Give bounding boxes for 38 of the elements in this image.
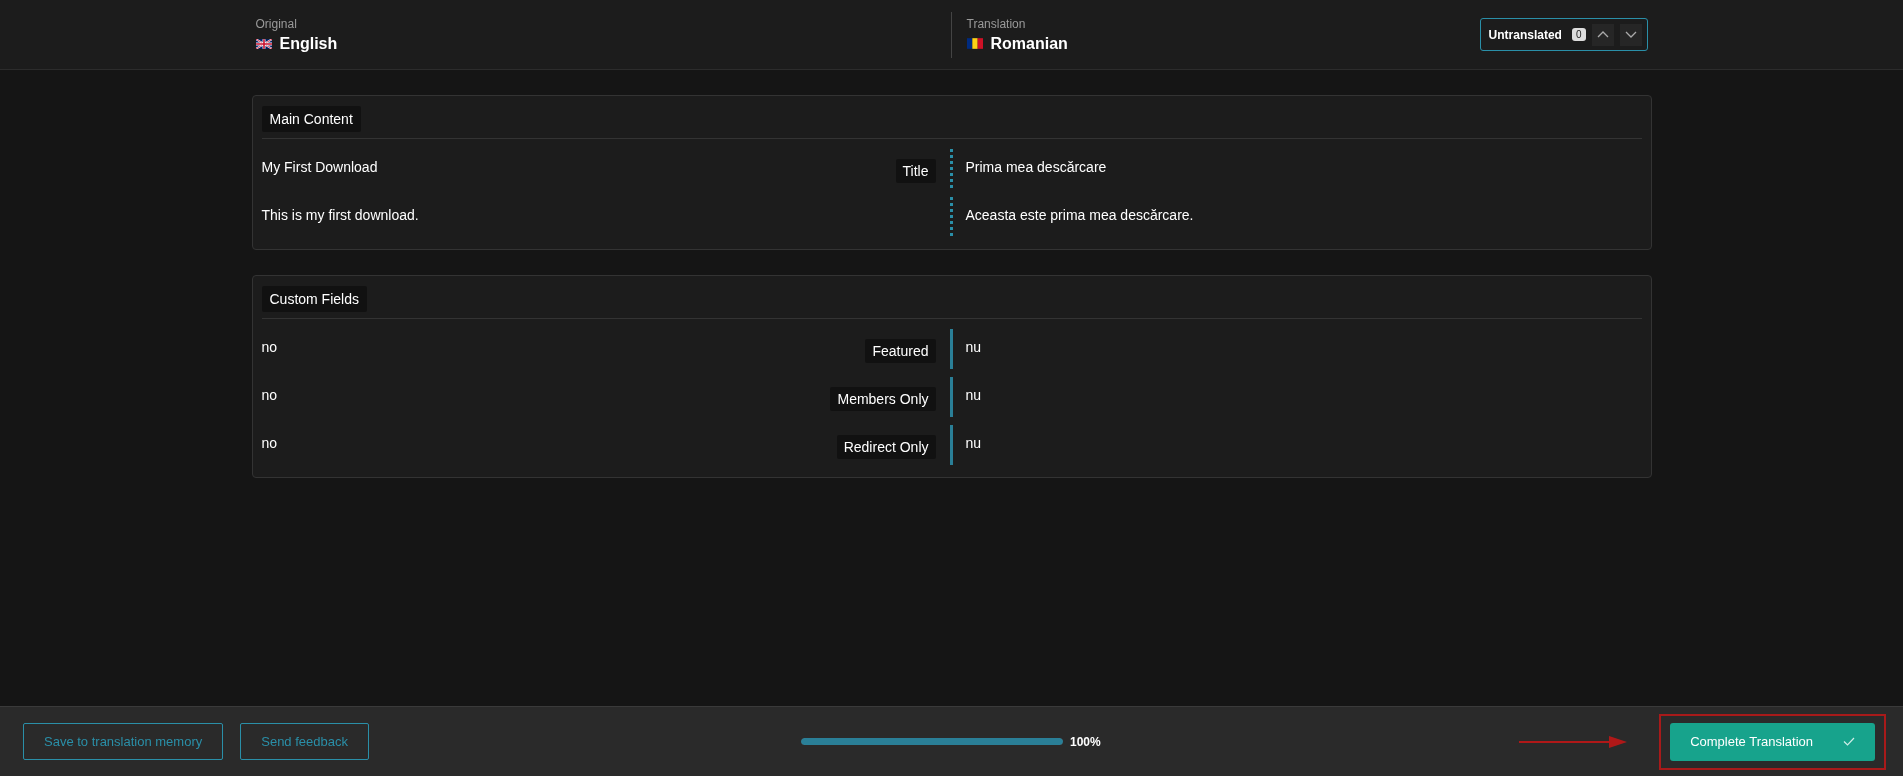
field-divider: [949, 425, 953, 465]
romania-flag-icon: [966, 38, 983, 49]
source-text: My First Download: [261, 158, 378, 175]
field-divider: [949, 197, 953, 237]
translation-text[interactable]: Aceasta este prima mea descărcare.: [952, 195, 1194, 243]
field-label: Members Only: [830, 387, 936, 411]
chevron-up-icon: [1596, 31, 1609, 38]
source-text: no: [261, 434, 278, 451]
source-text: This is my first download.: [261, 206, 419, 223]
original-caption: Original: [255, 16, 298, 31]
section-title: Main Content: [261, 106, 361, 132]
filter-label: Untranslated: [1488, 27, 1562, 42]
chevron-down-icon: [1624, 31, 1637, 38]
field-divider: [949, 329, 953, 369]
translation-text[interactable]: nu: [952, 375, 982, 423]
uk-flag-icon: [255, 38, 272, 49]
previous-button[interactable]: [1591, 23, 1614, 46]
source-text: no: [261, 386, 278, 403]
translation-text[interactable]: nu: [952, 327, 982, 375]
field-divider: [949, 377, 953, 417]
outline-button[interactable]: Send feedback: [240, 723, 369, 760]
field-label: Title: [895, 159, 936, 183]
field-divider: [949, 149, 953, 189]
untranslated-filter[interactable]: Untranslated 0: [1479, 18, 1648, 51]
section-title: Custom Fields: [261, 286, 367, 312]
translation-language: Romanian: [990, 34, 1068, 53]
outline-button[interactable]: Save to translation memory: [23, 723, 224, 760]
check-icon: [1843, 737, 1855, 746]
translation-text[interactable]: Prima mea descărcare: [952, 147, 1107, 195]
translation-caption: Translation: [966, 16, 1027, 31]
count-badge: 0: [1571, 28, 1586, 41]
next-button[interactable]: [1619, 23, 1642, 46]
original-language: English: [279, 34, 338, 53]
progress-reading: 100%: [1070, 734, 1101, 749]
field-label: Featured: [865, 339, 936, 363]
source-text: no: [261, 338, 278, 355]
translation-text[interactable]: nu: [952, 423, 982, 471]
field-label: Redirect Only: [836, 435, 936, 459]
